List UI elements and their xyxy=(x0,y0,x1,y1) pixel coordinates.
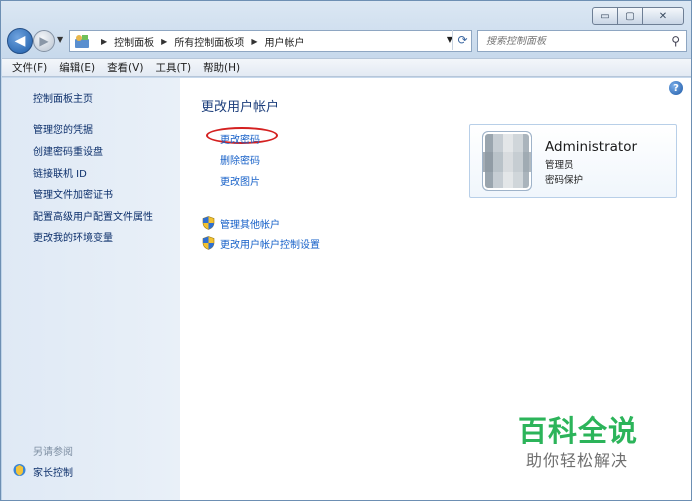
content-area: 控制面板主页 管理您的凭据 创建密码重设盘 链接联机 ID 管理文件加密证书 配… xyxy=(2,78,691,500)
breadcrumb-separator-icon: ▶ xyxy=(101,36,108,46)
menu-tools[interactable]: 工具(T) xyxy=(155,60,191,75)
forward-arrow-icon: ▶ xyxy=(39,34,49,48)
task-change-picture[interactable]: 更改图片 xyxy=(220,173,260,188)
task-change-uac-settings[interactable]: 更改用户帐户控制设置 xyxy=(220,236,320,251)
sidebar-item-environment-variables[interactable]: 更改我的环境变量 xyxy=(33,229,113,244)
page-title: 更改用户帐户 xyxy=(201,100,280,115)
maximize-icon: ▢ xyxy=(625,10,635,22)
see-also-heading: 另请参阅 xyxy=(33,447,73,458)
back-arrow-icon: ◀ xyxy=(14,33,26,49)
minimize-button[interactable]: ▭ xyxy=(592,7,618,25)
account-role: 管理员 xyxy=(545,160,574,171)
sidebar-item-profile-properties[interactable]: 配置高级用户配置文件属性 xyxy=(33,208,153,223)
search-input[interactable] xyxy=(486,35,656,47)
breadcrumb-separator-icon: ▶ xyxy=(161,36,168,46)
maximize-button[interactable]: ▢ xyxy=(617,7,643,25)
history-dropdown-icon[interactable]: ▼ xyxy=(57,35,63,44)
help-icon[interactable]: ? xyxy=(669,81,683,95)
menu-edit[interactable]: 编辑(E) xyxy=(59,60,95,75)
task-change-password[interactable]: 更改密码 xyxy=(220,131,260,146)
breadcrumb-control-panel[interactable]: 控制面板 xyxy=(114,34,154,49)
menu-view[interactable]: 查看(V) xyxy=(107,60,143,75)
refresh-button[interactable]: ⟳ xyxy=(452,30,472,50)
watermark-brand: 百科全说 xyxy=(518,414,639,448)
refresh-icon: ⟳ xyxy=(457,33,468,47)
explorer-window: ▭ ▢ ✕ ◀ ▶ ▼ ▶ 控制面板 ▶ 所有控制面板项 ▶ 用户帐户 ▼ ⟳ … xyxy=(0,0,692,501)
menu-help[interactable]: 帮助(H) xyxy=(203,60,240,75)
task-remove-password[interactable]: 删除密码 xyxy=(220,152,260,167)
sidebar-item-link-online-id[interactable]: 链接联机 ID xyxy=(33,165,87,180)
sidebar-control-panel-home[interactable]: 控制面板主页 xyxy=(33,90,93,105)
breadcrumb-all-items[interactable]: 所有控制面板项 xyxy=(174,34,244,49)
uac-shield-icon xyxy=(202,216,215,230)
breadcrumb-separator-icon: ▶ xyxy=(251,36,258,46)
close-icon: ✕ xyxy=(658,10,668,22)
task-sidebar: 控制面板主页 管理您的凭据 创建密码重设盘 链接联机 ID 管理文件加密证书 配… xyxy=(2,78,180,500)
search-icon[interactable]: ⚲ xyxy=(671,34,680,48)
uac-shield-icon xyxy=(202,236,215,250)
watermark-slogan: 助你轻松解决 xyxy=(526,451,629,470)
address-bar[interactable]: ▶ 控制面板 ▶ 所有控制面板项 ▶ 用户帐户 ▼ xyxy=(69,30,472,52)
sidebar-item-manage-credentials[interactable]: 管理您的凭据 xyxy=(33,121,93,136)
sidebar-item-file-encryption[interactable]: 管理文件加密证书 xyxy=(33,186,113,201)
see-also-parental-controls[interactable]: 家长控制 xyxy=(33,464,73,479)
account-status: 密码保护 xyxy=(545,175,584,186)
forward-button[interactable]: ▶ xyxy=(33,30,55,52)
menu-file[interactable]: 文件(F) xyxy=(12,60,47,75)
account-card: Administrator 管理员 密码保护 xyxy=(469,124,677,198)
minimize-icon: ▭ xyxy=(600,10,610,22)
close-button[interactable]: ✕ xyxy=(642,7,684,25)
back-button[interactable]: ◀ xyxy=(7,28,33,54)
caption-buttons: ▭ ▢ ✕ xyxy=(592,7,684,25)
user-avatar[interactable] xyxy=(482,131,532,191)
sidebar-item-create-reset-disk[interactable]: 创建密码重设盘 xyxy=(33,143,103,158)
menu-bar: 文件(F) 编辑(E) 查看(V) 工具(T) 帮助(H) xyxy=(2,58,691,77)
navigation-row: ◀ ▶ ▼ ▶ 控制面板 ▶ 所有控制面板项 ▶ 用户帐户 ▼ ⟳ ⚲ xyxy=(7,28,687,54)
breadcrumb-user-accounts[interactable]: 用户帐户 xyxy=(264,34,304,49)
control-panel-icon xyxy=(75,35,89,48)
family-safety-icon xyxy=(13,464,26,476)
search-box[interactable]: ⚲ xyxy=(477,30,687,52)
account-name: Administrator xyxy=(545,139,638,155)
task-manage-other-accounts[interactable]: 管理其他帐户 xyxy=(220,216,280,231)
